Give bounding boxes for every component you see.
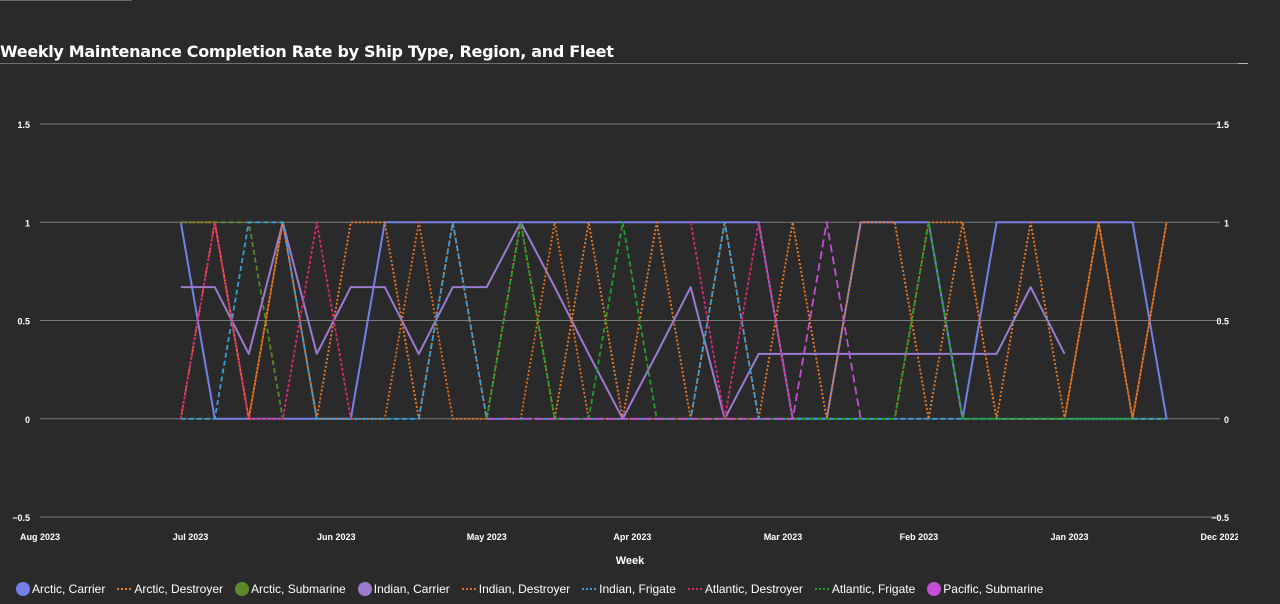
legend-swatch [16,582,30,596]
legend-item[interactable]: Pacific, Submarine [927,582,1043,596]
y-axis-right: −0.5 0 0.5 1 1.5 [1211,120,1229,523]
x-tick-label: May 2023 [467,532,507,542]
legend-item[interactable]: Arctic, Destroyer [117,582,223,596]
y-axis-left: −0.5 0 0.5 1 1.5 [12,120,30,523]
legend-label: Arctic, Destroyer [134,582,224,596]
y-tick-label: 0 [25,415,30,425]
x-axis: Aug 2023 Jul 2023 Jun 2023 May 2023 Apr 2023… [20,532,1238,542]
legend-item[interactable]: Atlantic, Destroyer [687,582,803,596]
x-tick-label: Jun 2023 [317,532,356,542]
legend-swatch [814,588,829,590]
y-tick-label: 0.5 [17,317,30,327]
x-tick-label: Jan 2023 [1050,532,1088,542]
legend-swatch [927,582,942,596]
x-tick-label: Dec 2022 [1200,532,1238,542]
x-tick-label: Jul 2023 [173,532,209,542]
y-tick-label-right: −0.5 [1211,513,1229,523]
legend-item[interactable]: Indian, Carrier [357,582,450,596]
legend-label: Atlantic, Frigate [831,582,916,596]
legend-label: Indian, Carrier [373,582,450,596]
y-tick-label-right: 1 [1224,218,1229,228]
y-tick-label: 1 [25,218,30,228]
y-tick-label-right: 0 [1224,415,1229,425]
y-tick-label-right: 1.5 [1216,120,1229,130]
legend-swatch [461,588,476,590]
y-tick-label-right: 0.5 [1216,317,1229,327]
legend-swatch [687,588,702,590]
chart-legend: Arctic, Carrier Arctic, Destroyer Arctic, … [0,578,1238,600]
x-tick-label: Apr 2023 [613,532,651,542]
legend-swatch [117,588,132,590]
x-tick-label: Mar 2023 [764,532,803,542]
legend-item[interactable]: Arctic, Carrier [16,582,105,596]
legend-swatch [235,582,250,596]
title-divider-tick [1238,63,1248,64]
gridlines [40,123,1220,518]
y-tick-label: 1.5 [17,120,30,130]
legend-label: Indian, Destroyer [478,582,571,596]
legend-label: Atlantic, Destroyer [704,582,803,596]
x-axis-label: Week [616,555,645,567]
legend-swatch [582,588,597,590]
legend-item[interactable]: Atlantic, Frigate [814,582,916,596]
line-chart: −0.5 0 0.5 1 1.5 −0.5 0 0.5 1 1.5 Aug 2023 Jul 20… [12,120,1238,567]
legend-label: Indian, Frigate [599,582,676,596]
legend-label: Arctic, Carrier [32,582,106,596]
y-tick-label: −0.5 [12,513,30,523]
legend-label: Pacific, Submarine [943,582,1044,596]
x-tick-label: Feb 2023 [900,532,939,542]
legend-item[interactable]: Indian, Destroyer [461,582,571,596]
legend-item[interactable]: Indian, Frigate [582,582,676,596]
legend-label: Arctic, Submarine [251,582,346,596]
legend-swatch [357,582,372,596]
legend-item[interactable]: Arctic, Submarine [235,582,346,596]
x-tick-label: Aug 2023 [20,532,60,542]
